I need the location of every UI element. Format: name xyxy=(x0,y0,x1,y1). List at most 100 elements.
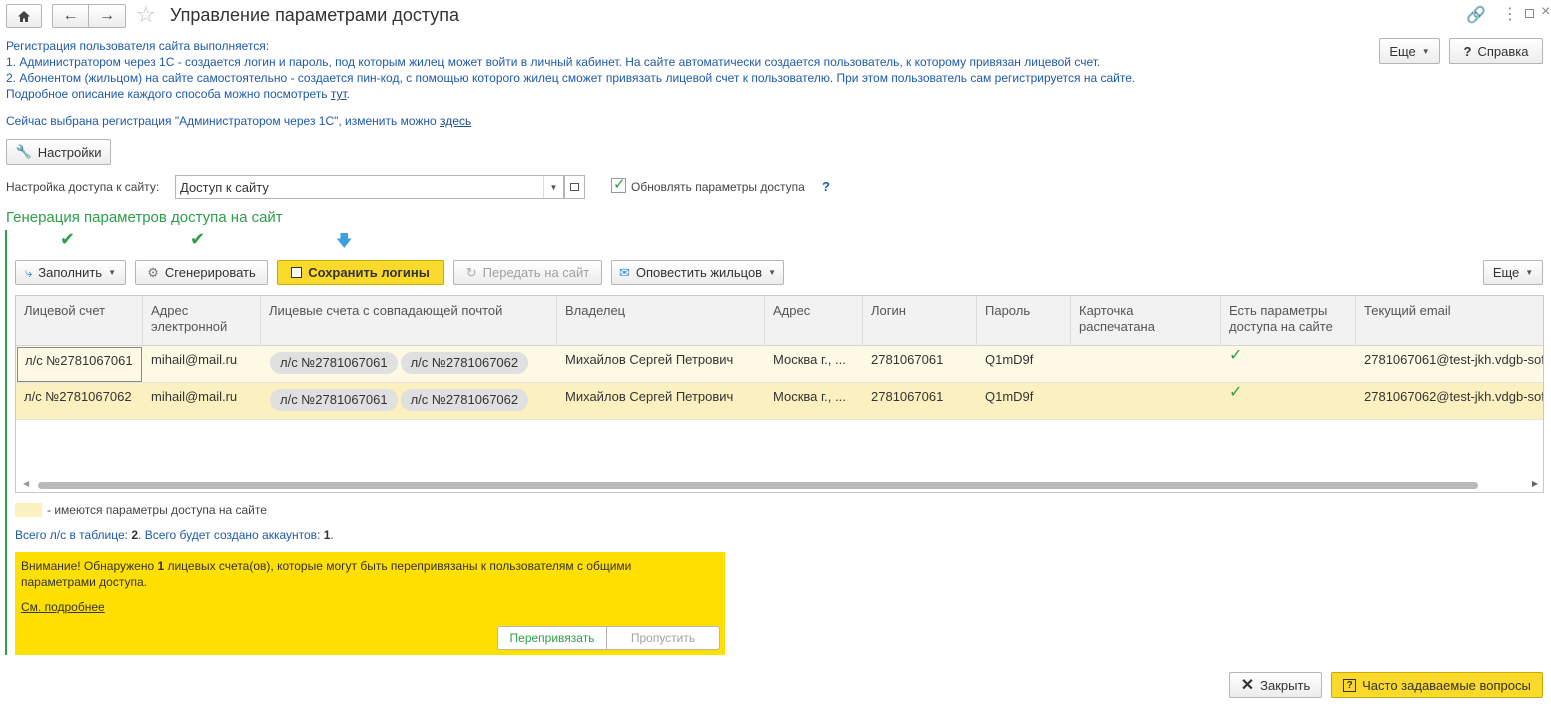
current-registration: Сейчас выбрана регистрация "Администрато… xyxy=(6,114,472,128)
cell-matching-accounts[interactable]: л/с №2781067061 л/с №2781067062 xyxy=(261,346,557,383)
section-border xyxy=(5,230,7,655)
summary: Всего л/с в таблице: 2. Всего будет созд… xyxy=(15,528,334,542)
question-box-icon: ? xyxy=(1343,678,1357,692)
update-checkbox[interactable]: ✓ xyxy=(611,176,626,193)
fill-done-check-icon: ✔ xyxy=(60,229,76,249)
intro-line-3: 2. Абонентом (жильцом) на сайте самостоя… xyxy=(6,71,1136,85)
home-icon xyxy=(18,10,30,22)
skip-button[interactable]: Пропустить xyxy=(606,626,720,650)
cell-login[interactable]: 2781067061 xyxy=(863,383,977,420)
warning-text: Внимание! Обнаружено 1 лицевых счета(ов)… xyxy=(21,559,632,589)
update-checkbox-label: Обновлять параметры доступа xyxy=(631,180,805,194)
cell-current-email[interactable]: 2781067061@test-jkh.vdgb-sof xyxy=(1356,346,1543,383)
back-button[interactable]: ← xyxy=(52,4,89,28)
cell-card-printed[interactable] xyxy=(1071,346,1221,383)
col-matching-accounts[interactable]: Лицевые счета с совпадающей почтой xyxy=(261,296,557,346)
chevron-down-icon: ▼ xyxy=(1525,268,1534,277)
table-row[interactable]: л/с №2781067061 mihail@mail.ru л/с №2781… xyxy=(16,346,1543,383)
envelope-icon: ✉ xyxy=(619,264,630,280)
col-login[interactable]: Логин xyxy=(863,296,977,346)
home-button[interactable] xyxy=(6,4,42,28)
open-form-icon[interactable] xyxy=(564,175,585,199)
maximize-icon[interactable] xyxy=(1525,9,1534,18)
question-icon: ? xyxy=(1463,43,1472,59)
cell-address[interactable]: Москва г., ... xyxy=(765,383,863,420)
cell-email[interactable]: mihail@mail.ru xyxy=(143,346,261,383)
col-address[interactable]: Адрес xyxy=(765,296,863,346)
close-icon[interactable]: × xyxy=(1541,3,1550,21)
generate-done-check-icon: ✔ xyxy=(190,229,206,249)
forward-button[interactable]: → xyxy=(88,4,126,28)
col-current-email[interactable]: Текущий email xyxy=(1356,296,1543,346)
col-owner[interactable]: Владелец xyxy=(557,296,765,346)
gear-icon: ⚙ xyxy=(147,264,159,280)
col-account[interactable]: Лицевой счет xyxy=(16,296,143,346)
account-chip[interactable]: л/с №2781067061 xyxy=(270,352,398,374)
account-chip[interactable]: л/с №2781067061 xyxy=(270,389,398,411)
scrollbar-thumb[interactable] xyxy=(38,482,1478,489)
chevron-down-icon: ▼ xyxy=(108,268,117,277)
help-button[interactable]: ? Справка xyxy=(1449,38,1543,64)
table-header: Лицевой счет Адрес электронной Лицевые сч… xyxy=(16,296,1543,346)
favorite-star-icon[interactable]: ☆ xyxy=(136,2,156,28)
col-card-printed[interactable]: Карточка распечатана xyxy=(1071,296,1221,346)
notify-residents-button[interactable]: ✉ Оповестить жильцов ▼ xyxy=(611,260,784,285)
cell-card-printed[interactable] xyxy=(1071,383,1221,420)
legend-swatch xyxy=(15,503,42,517)
account-chip[interactable]: л/с №2781067062 xyxy=(400,352,529,374)
dropdown-caret-icon[interactable]: ▼ xyxy=(543,176,563,198)
access-label: Настройка доступа к сайту: xyxy=(6,180,160,194)
fill-button[interactable]: ⤷ Заполнить ▼ xyxy=(15,260,126,285)
section-title: Генерация параметров доступа на сайт xyxy=(6,209,283,226)
link-icon[interactable]: 🔗 xyxy=(1466,5,1486,25)
col-password[interactable]: Пароль xyxy=(977,296,1071,346)
scroll-right-icon[interactable]: ▶ xyxy=(1532,479,1538,488)
cell-current-email[interactable]: 2781067062@test-jkh.vdgb-sof xyxy=(1356,383,1543,420)
legend-text: - имеются параметры доступа на сайте xyxy=(47,503,267,517)
table-more-button[interactable]: Еще ▼ xyxy=(1483,260,1543,285)
chevron-down-icon: ▼ xyxy=(768,268,777,277)
settings-button[interactable]: 🔧 Настройки xyxy=(6,139,111,165)
wrench-icon: 🔧 xyxy=(15,144,32,159)
send-to-site-button[interactable]: ↻ Передать на сайт xyxy=(453,260,602,285)
col-has-access[interactable]: Есть параметры доступа на сайте xyxy=(1221,296,1356,346)
change-registration-link[interactable]: здесь xyxy=(440,114,471,128)
top-more-button[interactable]: Еще ▼ xyxy=(1379,38,1440,64)
page-title: Управление параметрами доступа xyxy=(170,5,460,25)
cell-email[interactable]: mihail@mail.ru xyxy=(143,383,261,420)
access-select[interactable]: Доступ к сайту ▼ xyxy=(175,175,564,199)
description-link[interactable]: тут xyxy=(331,87,347,101)
cell-password[interactable]: Q1mD9f xyxy=(977,383,1071,420)
accounts-table[interactable]: Лицевой счет Адрес электронной Лицевые сч… xyxy=(15,295,1544,493)
update-help-link[interactable]: ? xyxy=(822,179,830,194)
cell-matching-accounts[interactable]: л/с №2781067061 л/с №2781067062 xyxy=(261,383,557,420)
access-check-icon: ✓ xyxy=(1229,384,1243,401)
fill-arrow-icon: ⤷ xyxy=(24,264,33,280)
refresh-icon: ↻ xyxy=(465,264,477,280)
cell-owner[interactable]: Михайлов Сергей Петрович xyxy=(557,346,765,383)
cell-has-access[interactable]: ✓ xyxy=(1221,346,1356,383)
close-x-icon: ✕ xyxy=(1240,677,1255,694)
table-row[interactable]: л/с №2781067062 mihail@mail.ru л/с №2781… xyxy=(16,383,1543,420)
close-button[interactable]: ✕ Закрыть xyxy=(1229,672,1322,698)
account-chip[interactable]: л/с №2781067062 xyxy=(400,389,529,411)
faq-button[interactable]: ? Часто задаваемые вопросы xyxy=(1331,672,1543,698)
cell-login[interactable]: 2781067061 xyxy=(863,346,977,383)
cell-account[interactable]: л/с №2781067061 xyxy=(17,347,142,382)
generate-button[interactable]: ⚙ Сгенерировать xyxy=(135,260,268,285)
cell-password[interactable]: Q1mD9f xyxy=(977,346,1071,383)
intro-line-4: Подробное описание каждого способа можно… xyxy=(6,87,351,101)
rebind-button[interactable]: Перепривязать xyxy=(497,626,607,650)
scroll-left-icon[interactable]: ◀ xyxy=(23,479,29,488)
see-more-link[interactable]: См. подробнее xyxy=(21,600,105,614)
warning-panel: Внимание! Обнаружено 1 лицевых счета(ов)… xyxy=(15,552,725,655)
more-vertical-icon[interactable]: ⋮ xyxy=(1502,4,1518,24)
cell-account[interactable]: л/с №2781067062 xyxy=(16,383,143,420)
floppy-disk-icon xyxy=(291,267,303,278)
cell-owner[interactable]: Михайлов Сергей Петрович xyxy=(557,383,765,420)
cell-has-access[interactable]: ✓ xyxy=(1221,383,1356,420)
col-email[interactable]: Адрес электронной xyxy=(143,296,261,346)
cell-address[interactable]: Москва г., ... xyxy=(765,346,863,383)
save-logins-button[interactable]: Сохранить логины xyxy=(277,260,444,285)
horizontal-scrollbar[interactable]: ◀ ▶ xyxy=(16,477,1543,492)
